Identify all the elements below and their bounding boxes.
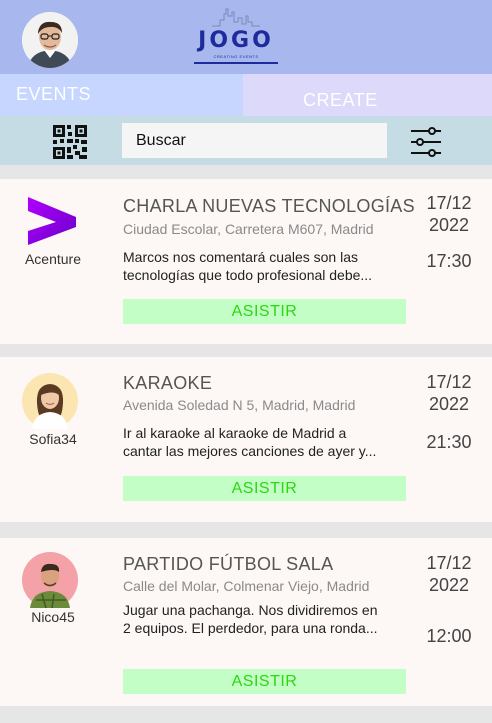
event-description: Marcos nos comentará cuales son las tecn… bbox=[123, 248, 405, 284]
description-line: Jugar una pachanga. Nos dividiremos en bbox=[123, 602, 378, 618]
avatar bbox=[22, 373, 78, 429]
tab-events[interactable]: EVENTS bbox=[0, 74, 243, 116]
tab-create[interactable]: CREATE bbox=[243, 74, 492, 116]
organizer-name: Nico45 bbox=[31, 609, 75, 625]
description-line: Ir al karaoke al karaoke de Madrid a bbox=[123, 425, 347, 441]
date-day: 17/12 bbox=[426, 193, 472, 213]
avatar bbox=[22, 552, 78, 608]
event-card[interactable]: Nico45 PARTIDO FÚTBOL SALA Calle del Mol… bbox=[0, 538, 492, 706]
skyline-icon bbox=[212, 8, 260, 27]
event-date: 17/12 2022 bbox=[420, 192, 478, 236]
organizer-name: Sofia34 bbox=[29, 431, 77, 447]
filter-sliders-icon[interactable] bbox=[410, 125, 442, 159]
description-line: tecnologías que todo profesional debe... bbox=[123, 267, 373, 283]
event-date: 17/12 2022 bbox=[420, 552, 478, 596]
app-header: JOGO CREATING EVENTS bbox=[0, 0, 492, 74]
date-year: 2022 bbox=[428, 575, 470, 595]
attend-button[interactable]: ASISTIR bbox=[123, 299, 406, 324]
date-year: 2022 bbox=[428, 394, 470, 414]
event-title: PARTIDO FÚTBOL SALA bbox=[123, 554, 334, 574]
event-location: Ciudad Escolar, Carretera M607, Madrid bbox=[123, 221, 374, 237]
attend-button[interactable]: ASISTIR bbox=[123, 669, 406, 694]
event-title: KARAOKE bbox=[123, 373, 213, 393]
date-day: 17/12 bbox=[426, 553, 472, 573]
logo-subtitle: CREATING EVENTS bbox=[213, 54, 259, 59]
event-date: 17/12 2022 bbox=[420, 371, 478, 415]
description-line: 2 equipos. El perdedor, para una ronda..… bbox=[123, 620, 378, 636]
tab-bar: EVENTS CREATE bbox=[0, 74, 492, 116]
user-avatar[interactable] bbox=[22, 12, 78, 68]
event-card[interactable]: Sofia34 KARAOKE Avenida Soledad N 5, Mad… bbox=[0, 357, 492, 522]
event-time: 17:30 bbox=[426, 251, 472, 271]
organizer-name: Acenture bbox=[24, 251, 82, 267]
event-time: 12:00 bbox=[426, 626, 472, 646]
qr-code-icon[interactable] bbox=[53, 125, 87, 159]
search-input[interactable] bbox=[122, 123, 387, 158]
search-toolbar bbox=[0, 116, 492, 165]
event-location: Avenida Soledad N 5, Madrid, Madrid bbox=[123, 397, 356, 413]
date-year: 2022 bbox=[428, 215, 470, 235]
event-title: CHARLA NUEVAS TECNOLOGÍAS bbox=[123, 196, 415, 216]
event-description: Jugar una pachanga. Nos dividiremos en 2… bbox=[123, 601, 405, 637]
event-card[interactable]: Acenture CHARLA NUEVAS TECNOLOGÍAS Ciuda… bbox=[0, 179, 492, 344]
logo-underline bbox=[194, 62, 278, 64]
accenture-logo-icon bbox=[28, 197, 76, 245]
event-location: Calle del Molar, Colmenar Viejo, Madrid bbox=[123, 578, 370, 594]
event-description: Ir al karaoke al karaoke de Madrid a can… bbox=[123, 424, 405, 460]
date-day: 17/12 bbox=[426, 372, 472, 392]
description-line: cantar las mejores canciones de ayer y..… bbox=[123, 443, 377, 459]
description-line: Marcos nos comentará cuales son las bbox=[123, 249, 358, 265]
jogo-logo: JOGO CREATING EVENTS bbox=[190, 6, 282, 66]
attend-button[interactable]: ASISTIR bbox=[123, 476, 406, 501]
event-time: 21:30 bbox=[426, 432, 472, 452]
logo-text: JOGO bbox=[198, 28, 274, 53]
